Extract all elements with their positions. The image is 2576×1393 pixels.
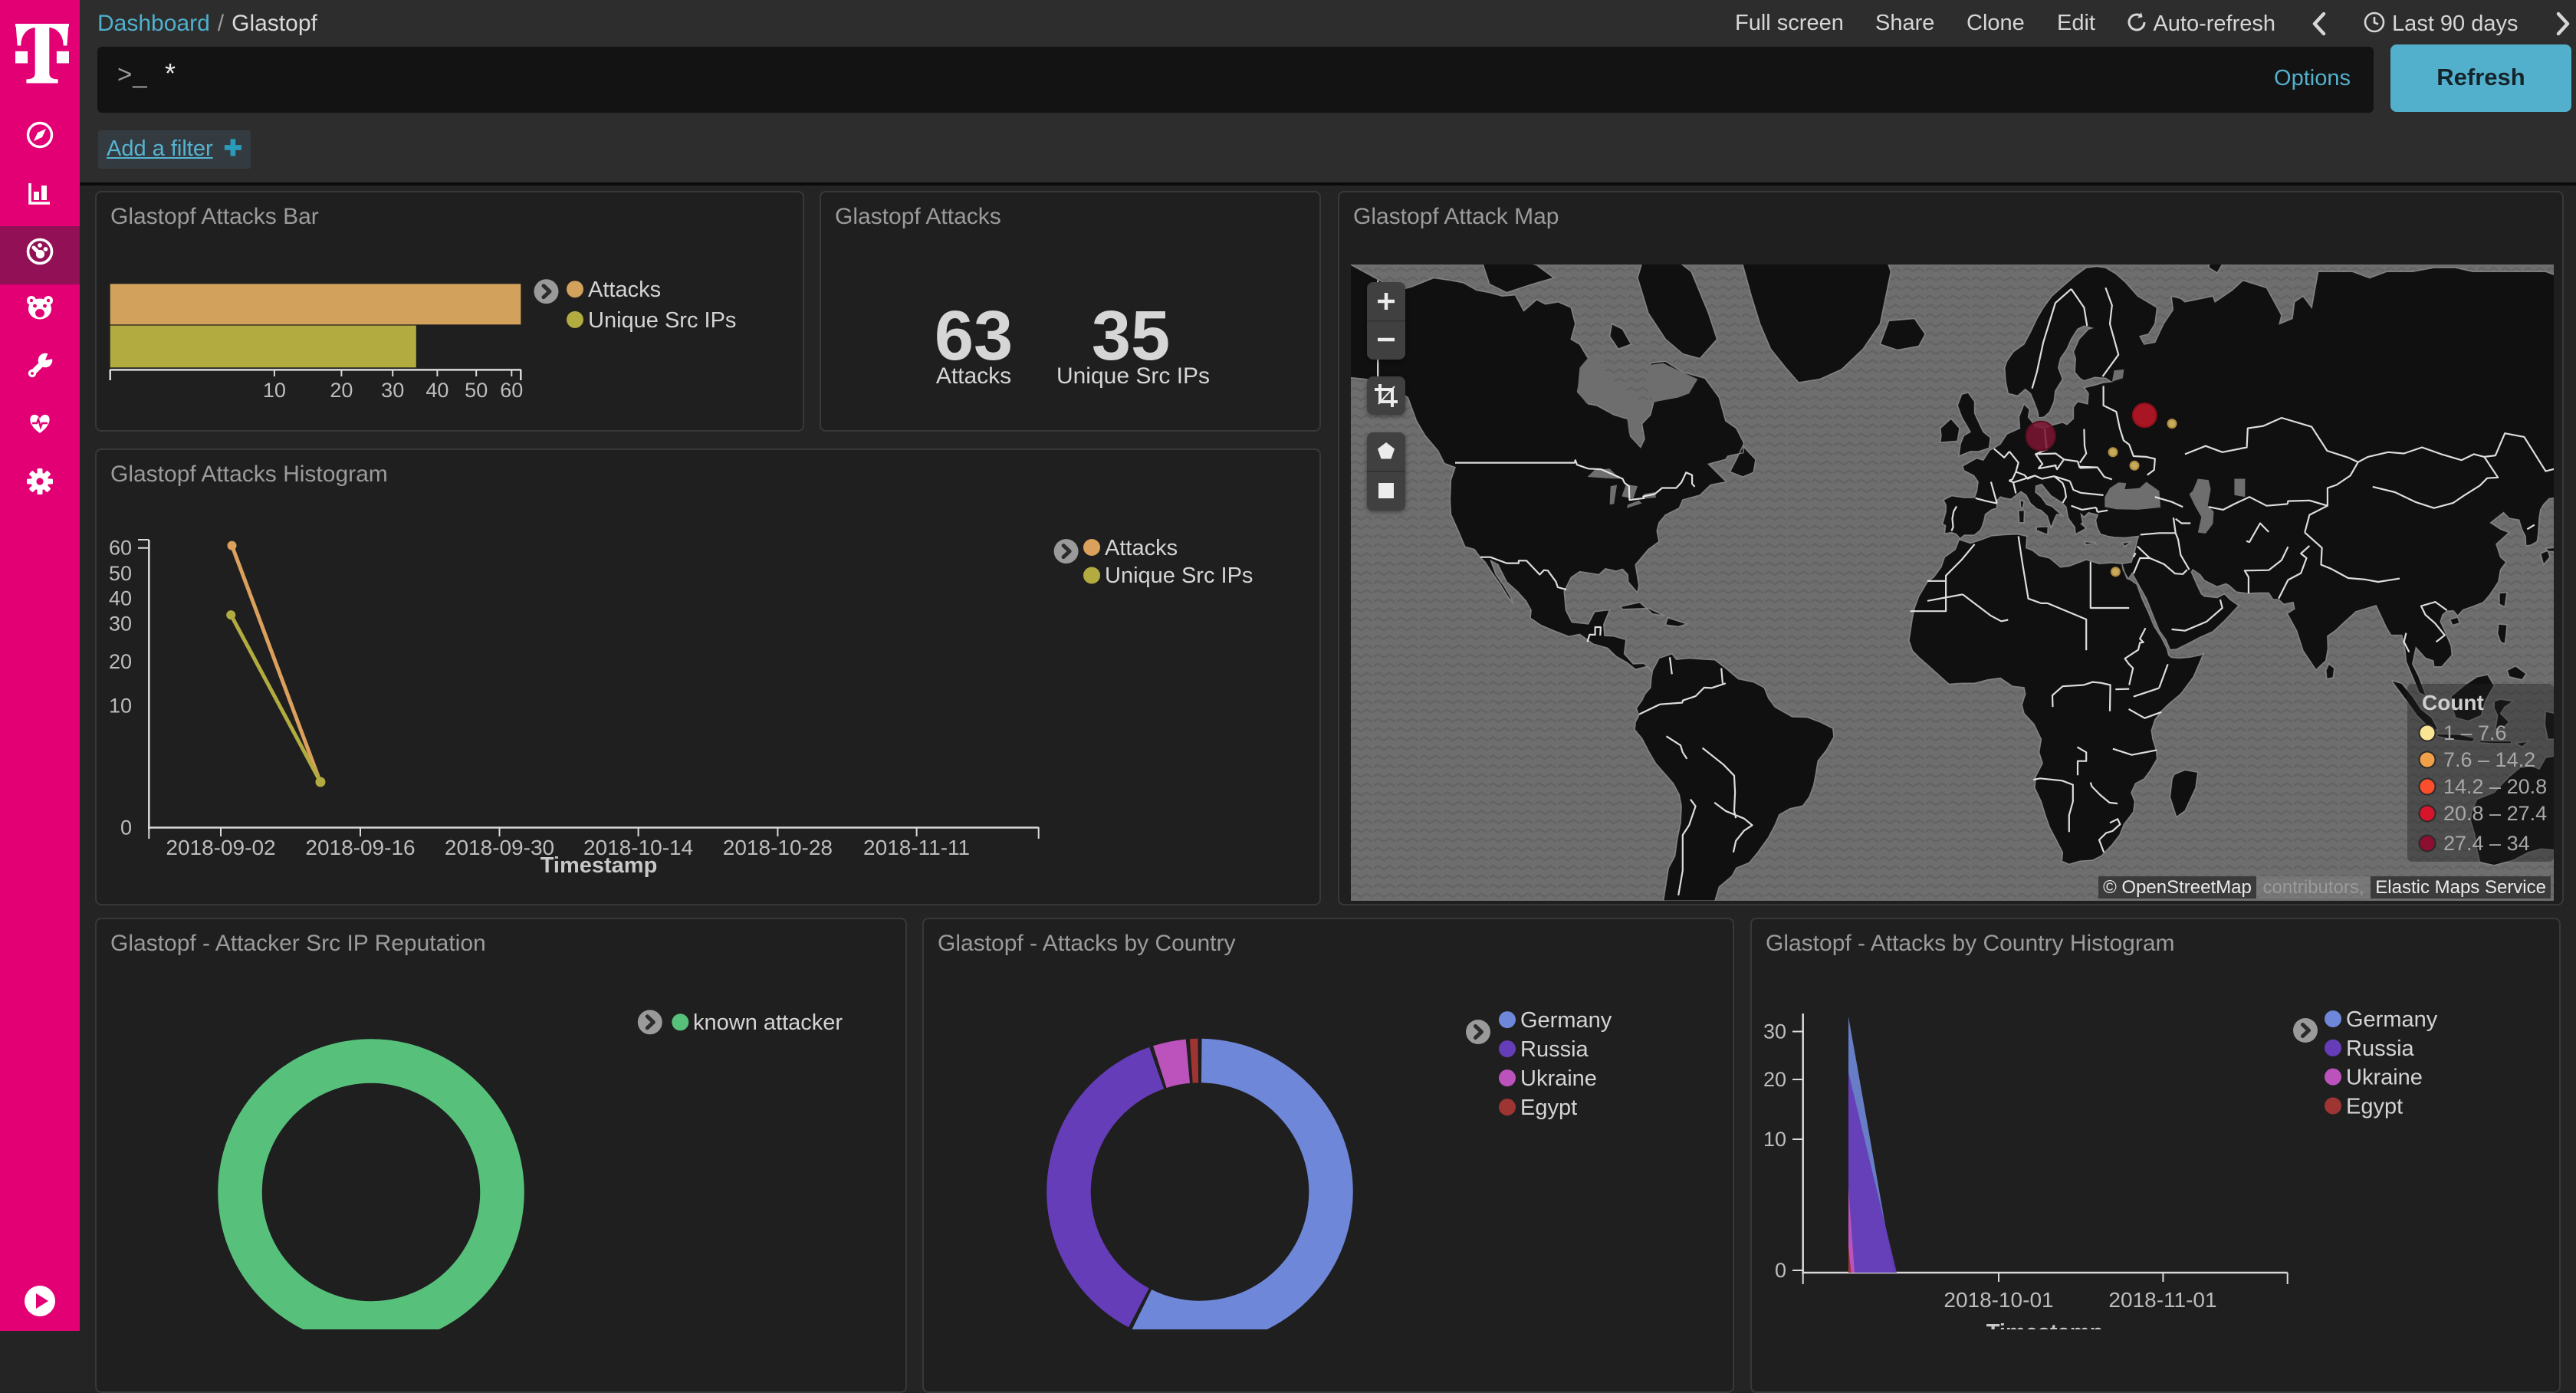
svg-text:20: 20 bbox=[330, 379, 353, 402]
svg-text:Attacks: Attacks bbox=[936, 363, 1011, 389]
svg-text:10: 10 bbox=[263, 379, 286, 402]
svg-text:2018-09-16: 2018-09-16 bbox=[305, 836, 415, 859]
svg-text:30: 30 bbox=[381, 379, 404, 402]
svg-text:Attacks: Attacks bbox=[1105, 536, 1178, 560]
svg-text:40: 40 bbox=[109, 587, 132, 610]
svg-text:30: 30 bbox=[109, 612, 132, 635]
svg-text:2018-11-11: 2018-11-11 bbox=[863, 836, 970, 859]
svg-text:10: 10 bbox=[109, 694, 132, 717]
svg-text:Germany: Germany bbox=[2346, 1007, 2438, 1032]
svg-text:20.8 – 27.4: 20.8 – 27.4 bbox=[2443, 802, 2547, 825]
svg-text:20: 20 bbox=[1763, 1068, 1786, 1091]
svg-text:2018-09-30: 2018-09-30 bbox=[445, 836, 554, 859]
svg-text:Ukraine: Ukraine bbox=[2346, 1066, 2423, 1090]
svg-text:2018-10-28: 2018-10-28 bbox=[723, 836, 833, 859]
svg-text:30: 30 bbox=[1763, 1020, 1786, 1043]
svg-text:known attacker: known attacker bbox=[693, 1010, 843, 1035]
svg-text:Russia: Russia bbox=[2346, 1037, 2415, 1061]
svg-text:Unique Src IPs: Unique Src IPs bbox=[1056, 363, 1210, 389]
svg-text:0: 0 bbox=[1775, 1259, 1786, 1282]
svg-text:Count: Count bbox=[2422, 691, 2484, 715]
svg-text:Timestamp: Timestamp bbox=[1986, 1320, 2104, 1329]
svg-text:2018-10-01: 2018-10-01 bbox=[1944, 1288, 2053, 1312]
svg-text:60: 60 bbox=[109, 537, 132, 560]
svg-text:Egypt: Egypt bbox=[1520, 1096, 1577, 1120]
svg-text:40: 40 bbox=[426, 379, 449, 402]
svg-text:50: 50 bbox=[109, 562, 132, 585]
svg-text:Germany: Germany bbox=[1520, 1008, 1612, 1033]
svg-text:0: 0 bbox=[120, 816, 132, 839]
svg-text:27.4 – 34: 27.4 – 34 bbox=[2443, 832, 2530, 855]
svg-text:50: 50 bbox=[465, 379, 488, 402]
svg-text:Russia: Russia bbox=[1520, 1037, 1589, 1062]
svg-text:7.6 – 14.2: 7.6 – 14.2 bbox=[2443, 748, 2535, 771]
svg-text:2018-09-02: 2018-09-02 bbox=[166, 836, 275, 859]
svg-text:Unique Src IPs: Unique Src IPs bbox=[588, 308, 736, 333]
svg-text:10: 10 bbox=[1763, 1128, 1786, 1151]
svg-text:Attacks: Attacks bbox=[588, 278, 661, 302]
svg-text:1 – 7.6: 1 – 7.6 bbox=[2443, 721, 2507, 744]
svg-text:Egypt: Egypt bbox=[2346, 1094, 2403, 1119]
svg-text:14.2 – 20.8: 14.2 – 20.8 bbox=[2443, 775, 2547, 798]
svg-text:Timestamp: Timestamp bbox=[540, 853, 658, 878]
svg-text:Unique Src IPs: Unique Src IPs bbox=[1105, 563, 1253, 588]
svg-text:Ukraine: Ukraine bbox=[1520, 1066, 1597, 1091]
svg-text:60: 60 bbox=[500, 379, 523, 402]
svg-text:20: 20 bbox=[109, 650, 132, 673]
svg-text:2018-11-01: 2018-11-01 bbox=[2108, 1288, 2216, 1312]
